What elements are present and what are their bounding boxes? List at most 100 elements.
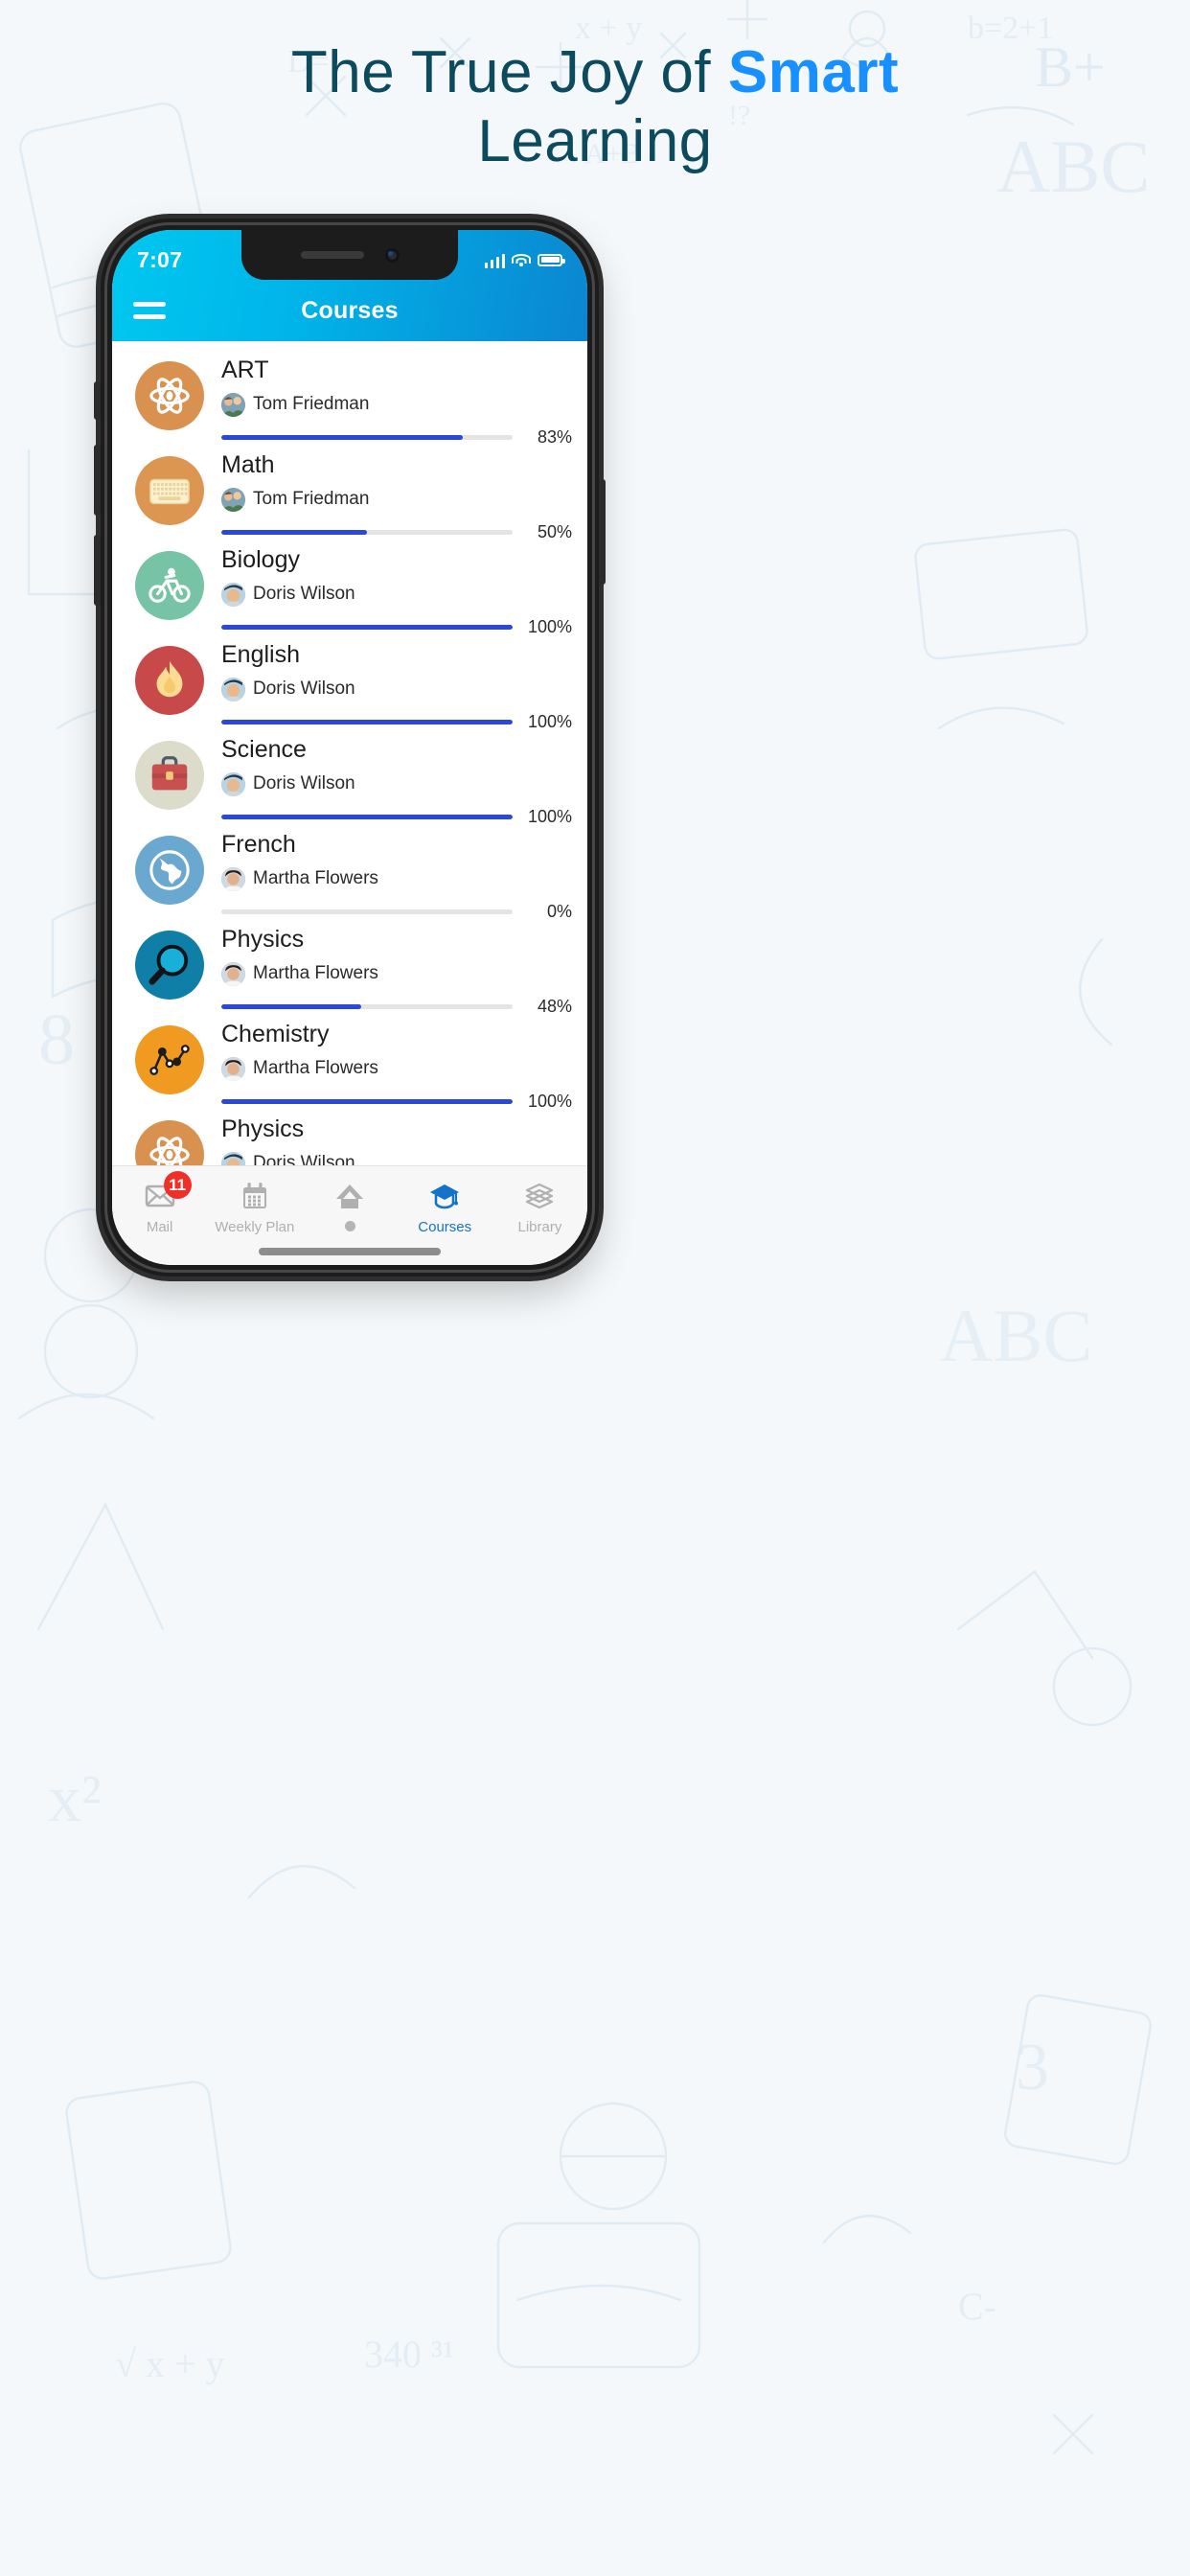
course-name: Biology xyxy=(221,546,300,573)
svg-text:8: 8 xyxy=(38,1000,75,1080)
course-progress: 100% xyxy=(221,712,572,732)
course-row[interactable]: Chemistry Martha Flowers 100% xyxy=(112,1009,587,1111)
course-teacher: Doris Wilson xyxy=(221,677,572,702)
course-icon-badge xyxy=(135,551,204,620)
home-active-dot xyxy=(344,1221,355,1231)
course-details: Physics Martha Flowers 48% xyxy=(221,925,572,1017)
phone-screen: 7:07 Courses ART Tom Friedman 83% Math T… xyxy=(112,230,587,1265)
silent-switch-button[interactable] xyxy=(94,381,101,420)
course-details: Chemistry Martha Flowers 100% xyxy=(221,1020,572,1112)
course-icon-badge xyxy=(135,836,204,905)
course-row[interactable]: English Doris Wilson 100% xyxy=(112,630,587,731)
course-name: Physics xyxy=(221,926,305,953)
teacher-name: Martha Flowers xyxy=(253,963,378,983)
mail-icon[interactable]: 11 xyxy=(144,1171,192,1212)
progress-track xyxy=(221,529,513,535)
tab-item-weekly-plan[interactable]: Weekly Plan xyxy=(207,1180,302,1235)
svg-text:ABC: ABC xyxy=(939,1294,1092,1377)
teacher-name: Doris Wilson xyxy=(253,1153,355,1165)
course-icon-badge xyxy=(135,1025,204,1094)
headline-line-1: The True Joy of Smart xyxy=(0,38,1190,107)
phone-mockup: 7:07 Courses ART Tom Friedman 83% Math T… xyxy=(94,218,606,1276)
app-bar-title: Courses xyxy=(301,296,399,324)
teacher-avatar xyxy=(221,961,245,986)
progress-fill xyxy=(221,529,367,535)
course-progress: 83% xyxy=(221,427,572,448)
power-button[interactable] xyxy=(599,479,606,585)
magnifier-icon xyxy=(148,943,192,987)
svg-text:340 ³¹: 340 ³¹ xyxy=(364,2333,454,2376)
course-teacher: Doris Wilson xyxy=(221,771,572,796)
course-row[interactable]: Science Doris Wilson 100% xyxy=(112,724,587,826)
app-header: 7:07 Courses xyxy=(112,230,587,341)
teacher-avatar xyxy=(221,1056,245,1081)
course-row[interactable]: Physics Martha Flowers 48% xyxy=(112,914,587,1016)
tab-label: Weekly Plan xyxy=(215,1219,295,1235)
mail-badge-count: 11 xyxy=(163,1171,192,1199)
course-teacher: Martha Flowers xyxy=(221,1056,572,1081)
hamburger-menu-icon[interactable] xyxy=(133,302,166,319)
progress-percent-label: 100% xyxy=(527,616,572,636)
course-details: Math Tom Friedman 50% xyxy=(221,450,572,542)
course-list[interactable]: ART Tom Friedman 83% Math Tom Friedman 5… xyxy=(112,341,587,1165)
course-row[interactable]: Math Tom Friedman 50% xyxy=(112,440,587,541)
teacher-name: Tom Friedman xyxy=(253,489,370,509)
headline-highlight: Smart xyxy=(727,39,900,105)
headline-line-2: Learning xyxy=(477,107,713,174)
course-row[interactable]: Physics Doris Wilson 100% xyxy=(112,1104,587,1165)
status-bar: 7:07 xyxy=(112,240,587,280)
teacher-avatar xyxy=(221,677,245,702)
progress-fill xyxy=(221,1003,361,1009)
progress-percent-label: 0% xyxy=(546,901,572,921)
tab-item-library[interactable]: Library xyxy=(492,1180,587,1235)
line-chart-icon xyxy=(148,1038,192,1082)
progress-fill xyxy=(221,434,464,440)
svg-text:x²: x² xyxy=(48,1762,102,1836)
calendar-icon[interactable] xyxy=(239,1180,271,1212)
progress-percent-label: 83% xyxy=(537,426,572,447)
svg-text:C-: C- xyxy=(958,2285,996,2328)
course-details: Science Doris Wilson 100% xyxy=(221,735,572,827)
status-icons xyxy=(484,252,565,268)
course-icon-badge xyxy=(135,931,204,1000)
home-icon[interactable] xyxy=(333,1180,366,1212)
volume-down-button[interactable] xyxy=(94,535,101,606)
teacher-avatar xyxy=(221,866,245,891)
tab-item-courses[interactable]: Courses xyxy=(398,1180,492,1235)
course-row[interactable]: Biology Doris Wilson 100% xyxy=(112,535,587,636)
course-details: English Doris Wilson 100% xyxy=(221,640,572,732)
course-details: Physics Doris Wilson 100% xyxy=(221,1115,572,1165)
course-icon-badge xyxy=(135,741,204,810)
home-indicator[interactable] xyxy=(259,1248,441,1255)
course-name: Chemistry xyxy=(221,1021,330,1047)
course-details: French Martha Flowers 0% xyxy=(221,830,572,922)
course-progress: 100% xyxy=(221,617,572,637)
course-name: French xyxy=(221,831,296,858)
teacher-name: Doris Wilson xyxy=(253,678,355,699)
progress-track xyxy=(221,814,513,819)
teacher-name: Martha Flowers xyxy=(253,1058,378,1078)
status-time: 7:07 xyxy=(137,246,183,272)
graduation-cap-icon[interactable] xyxy=(428,1180,461,1212)
progress-percent-label: 100% xyxy=(527,806,572,826)
teacher-avatar xyxy=(221,392,245,417)
course-progress: 0% xyxy=(221,902,572,922)
page-title: The True Joy of Smart Learning xyxy=(0,38,1190,176)
wifi-icon xyxy=(512,253,531,267)
progress-percent-label: 48% xyxy=(537,996,572,1016)
svg-text:√ x + y: √ x + y xyxy=(115,2342,225,2385)
books-icon[interactable] xyxy=(523,1180,556,1212)
tab-item-home[interactable] xyxy=(302,1180,397,1231)
volume-up-button[interactable] xyxy=(94,445,101,516)
course-teacher: Tom Friedman xyxy=(221,487,572,512)
course-row[interactable]: ART Tom Friedman 83% xyxy=(112,345,587,447)
progress-percent-label: 100% xyxy=(527,1091,572,1111)
course-row[interactable]: French Martha Flowers 0% xyxy=(112,819,587,921)
tab-label: Library xyxy=(517,1219,562,1235)
course-teacher: Martha Flowers xyxy=(221,866,572,891)
course-icon-badge xyxy=(135,1120,204,1165)
teacher-name: Doris Wilson xyxy=(253,584,355,604)
teacher-avatar xyxy=(221,487,245,512)
progress-fill xyxy=(221,624,513,630)
tab-item-mail[interactable]: 11 Mail xyxy=(112,1171,207,1235)
